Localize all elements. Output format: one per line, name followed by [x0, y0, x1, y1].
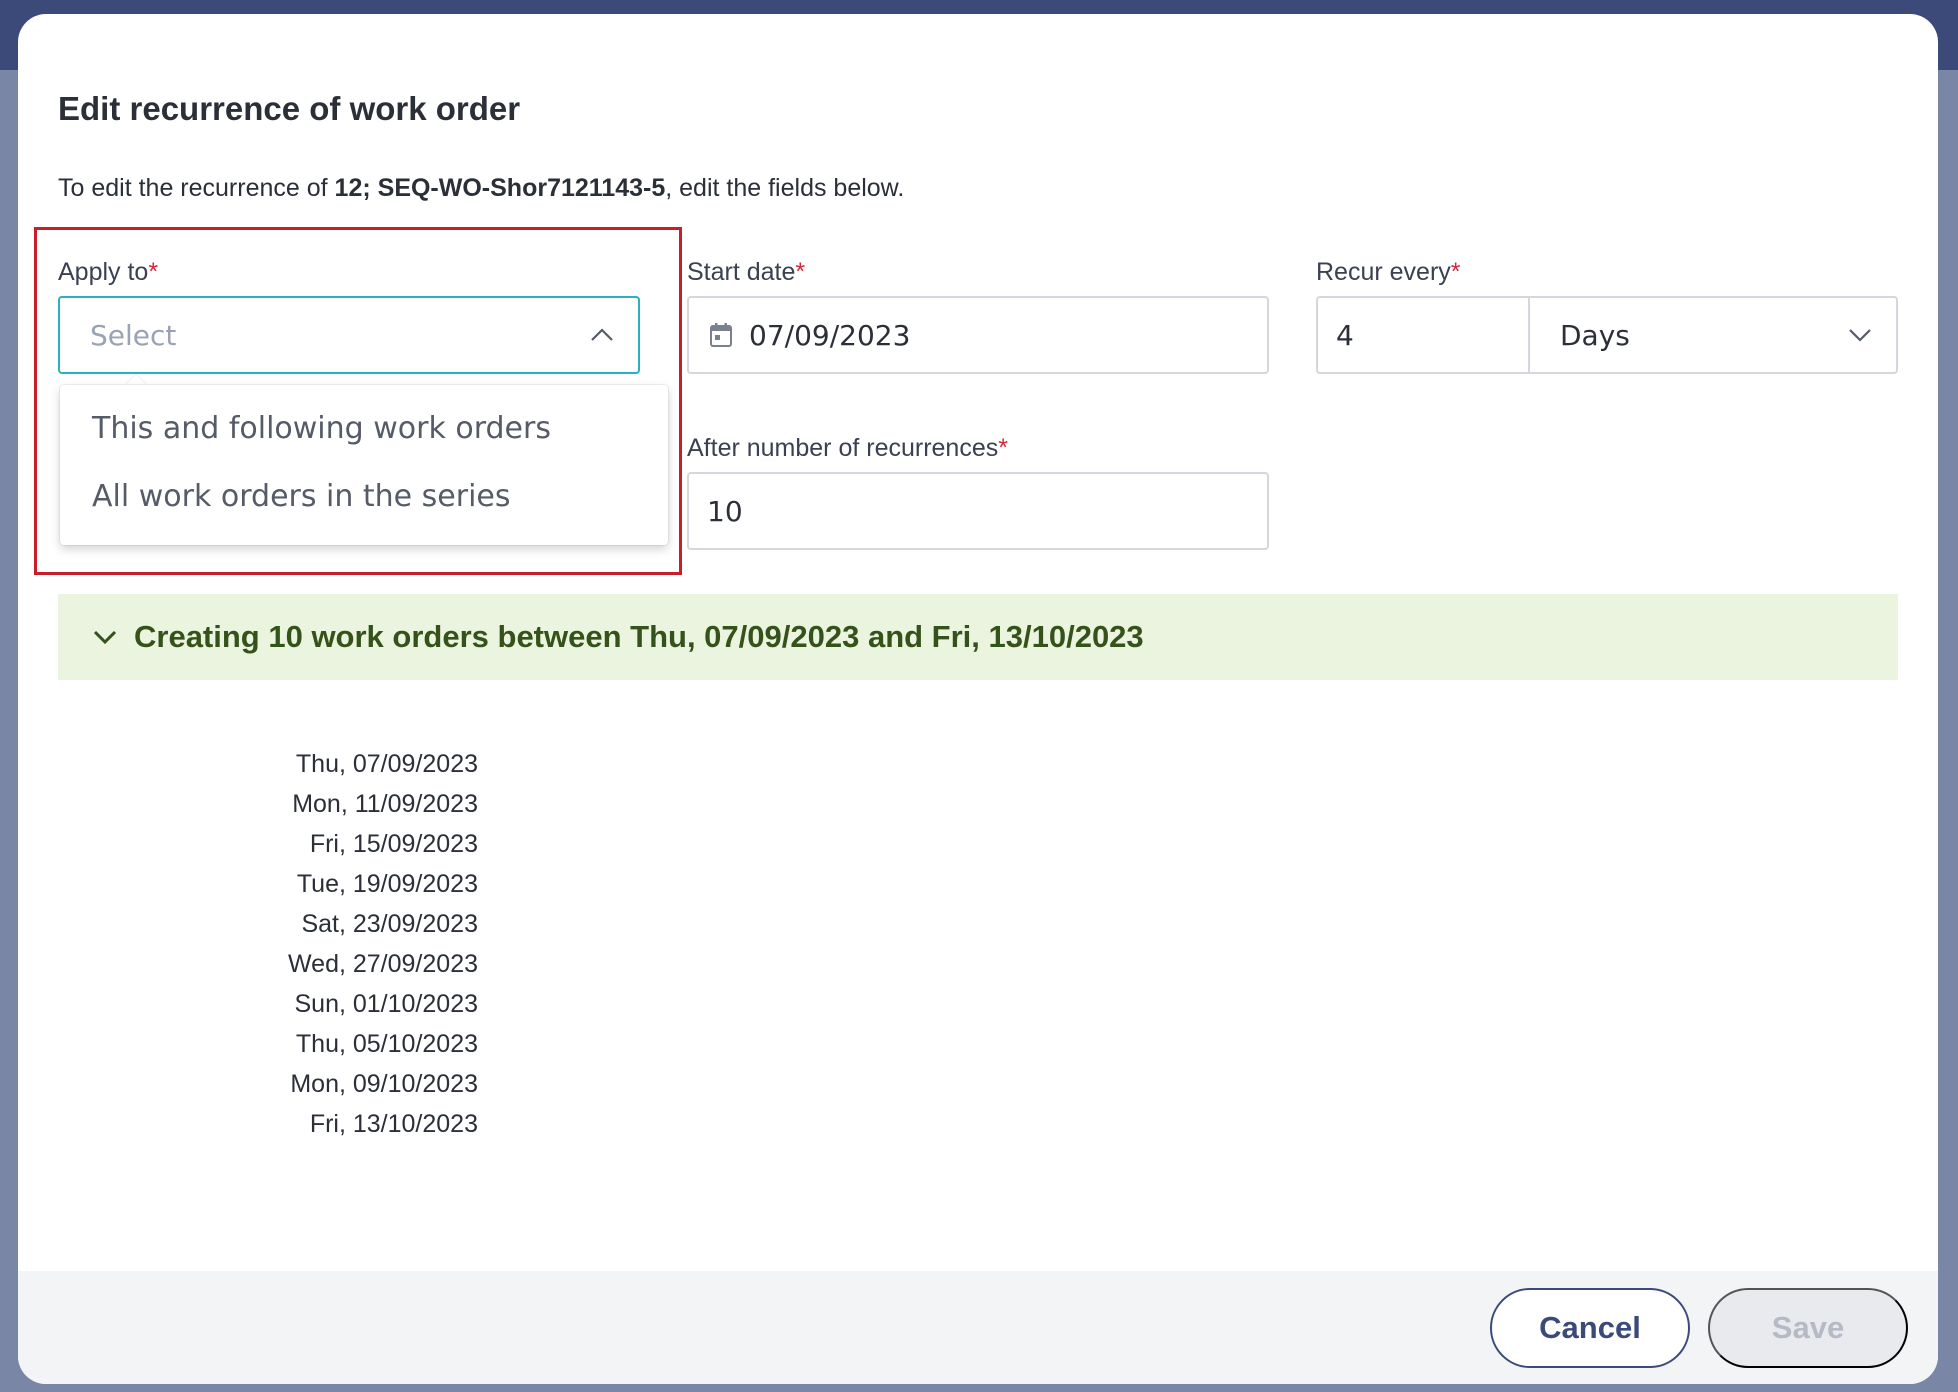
save-button[interactable]: Save	[1708, 1288, 1908, 1368]
recur-every-value: 4	[1336, 318, 1354, 352]
required-mark: *	[1450, 258, 1461, 286]
list-item: Wed, 27/09/2023	[288, 950, 478, 978]
cancel-button[interactable]: Cancel	[1490, 1288, 1690, 1368]
intro-work-order-name: SEQ-WO-Shor7121143-5	[377, 174, 666, 202]
list-item: Mon, 09/10/2023	[290, 1070, 478, 1098]
after-recurrences-input[interactable]: 10	[687, 472, 1269, 550]
recurrence-summary-text: Creating 10 work orders between Thu, 07/…	[134, 619, 1144, 654]
after-recurrences-label-text: After number of recurrences	[687, 434, 999, 462]
list-item: Sun, 01/10/2023	[294, 990, 479, 1018]
start-date-label: Start date*	[687, 258, 805, 287]
recurrence-summary-banner[interactable]: Creating 10 work orders between Thu, 07/…	[58, 594, 1898, 680]
after-recurrences-label: After number of recurrences*	[687, 434, 1008, 463]
list-item: Thu, 05/10/2023	[295, 1030, 478, 1058]
required-mark: *	[795, 258, 806, 286]
recur-every-label-text: Recur every	[1316, 258, 1451, 286]
recur-every-unit-select[interactable]: Days	[1528, 296, 1898, 374]
intro-suffix: , edit the fields below.	[665, 174, 905, 202]
list-item: Sat, 23/09/2023	[301, 910, 478, 938]
list-item: Tue, 19/09/2023	[296, 870, 478, 898]
recur-every-unit: Days	[1560, 318, 1630, 352]
intro-separator: ;	[362, 174, 378, 202]
list-item: Fri, 15/09/2023	[309, 830, 478, 858]
start-date-input[interactable]: 07/09/2023	[687, 296, 1269, 374]
edit-recurrence-dialog: Edit recurrence of work order To edit th…	[18, 14, 1938, 1384]
chevron-down-icon[interactable]	[90, 622, 120, 652]
required-mark: *	[998, 434, 1008, 462]
dialog-title: Edit recurrence of work order	[58, 90, 521, 127]
recur-every-label: Recur every*	[1316, 258, 1461, 287]
calendar-icon	[709, 322, 733, 348]
recur-every-number-input[interactable]: 4	[1316, 296, 1530, 374]
intro-work-order-id: 12	[334, 174, 363, 202]
intro-prefix: To edit the recurrence of	[58, 174, 335, 202]
dialog-intro: To edit the recurrence of 12; SEQ-WO-Sho…	[58, 174, 904, 203]
highlight-box	[34, 227, 682, 575]
occurrence-dates-list: Thu, 07/09/2023 Mon, 11/09/2023 Fri, 15/…	[198, 744, 478, 1144]
start-date-label-text: Start date	[687, 258, 796, 286]
start-date-value: 07/09/2023	[749, 318, 911, 352]
chevron-down-icon	[1848, 328, 1872, 342]
after-recurrences-value: 10	[707, 494, 743, 528]
list-item: Mon, 11/09/2023	[292, 790, 478, 818]
list-item: Fri, 13/10/2023	[309, 1110, 478, 1138]
list-item: Thu, 07/09/2023	[295, 750, 478, 778]
